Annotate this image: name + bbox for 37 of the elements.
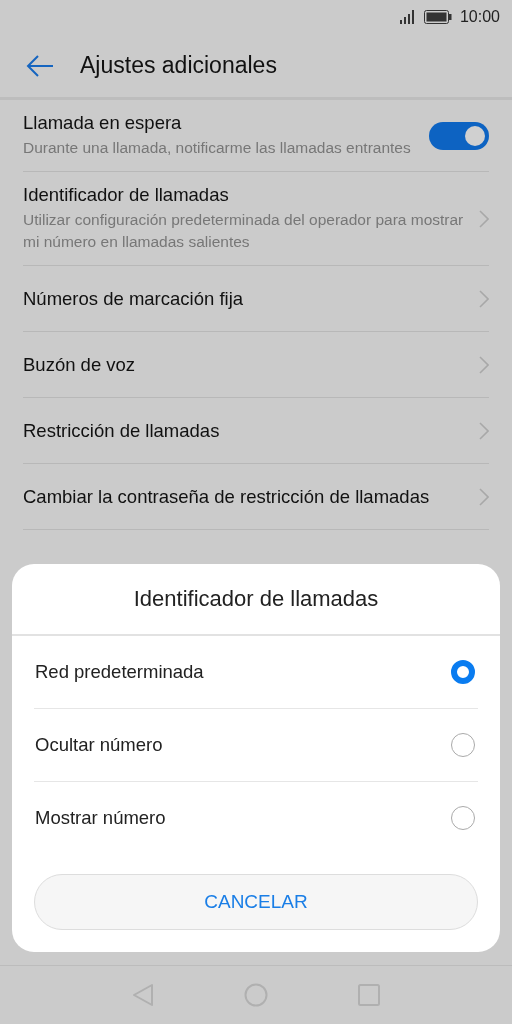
option-label: Ocultar número: [35, 734, 163, 756]
item-title: Cambiar la contraseña de restricción de llamadas: [23, 485, 430, 508]
item-subtitle: Durante una llamada, notificarme las llamadas entrantes: [23, 138, 411, 158]
item-title: Restricción de llamadas: [23, 419, 220, 442]
toggle-switch[interactable]: [429, 121, 489, 150]
signal-icon: [399, 10, 416, 24]
option-label: Mostrar número: [35, 807, 166, 829]
radio-button[interactable]: [451, 660, 475, 684]
option-label: Red predeterminada: [35, 661, 204, 683]
home-circle-icon[interactable]: [244, 983, 268, 1007]
radio-option[interactable]: Ocultar número: [34, 709, 478, 782]
back-triangle-icon[interactable]: [132, 983, 154, 1007]
chevron-right-icon: [479, 209, 489, 228]
item-subtitle: Utilizar configuración predeterminada del operador para mostrar mi número en llamadas salientes: [23, 210, 465, 252]
dialog-title: Identificador de llamadas: [12, 564, 500, 636]
square-icon[interactable]: [358, 984, 380, 1006]
cancel-button[interactable]: CANCELAR: [34, 874, 478, 930]
item-title: Llamada en espera: [23, 112, 183, 134]
settings-item[interactable]: Identificador de llamadas Utilizar configuración predeterminada del operador para mostrar mi número en llamadas salientes: [23, 172, 489, 266]
item-title: Identificador de llamadas: [23, 184, 230, 206]
settings-item[interactable]: Cambiar la contraseña de restricción de llamadas: [23, 464, 489, 530]
settings-item[interactable]: Restricción de llamadas: [23, 398, 489, 464]
item-title: Buzón de voz: [23, 353, 136, 376]
back-arrow-icon[interactable]: [26, 53, 54, 78]
chevron-right-icon: [479, 421, 489, 440]
clock: 10:00: [459, 8, 500, 26]
settings-item[interactable]: Buzón de voz: [23, 332, 489, 398]
radio-option[interactable]: Mostrar número: [34, 782, 478, 854]
settings-item[interactable]: Números de marcación fija: [23, 266, 489, 332]
radio-option[interactable]: Red predeterminada: [34, 636, 478, 709]
chevron-right-icon: [479, 289, 489, 308]
settings-item[interactable]: Llamada en espera Durante una llamada, notificarme las llamadas entrantes: [23, 100, 489, 172]
page-title: Ajustes adicionales: [80, 52, 277, 79]
battery-icon: [423, 10, 452, 24]
chevron-right-icon: [479, 487, 489, 506]
chevron-right-icon: [479, 355, 489, 374]
item-title: Números de marcación fija: [23, 287, 244, 310]
